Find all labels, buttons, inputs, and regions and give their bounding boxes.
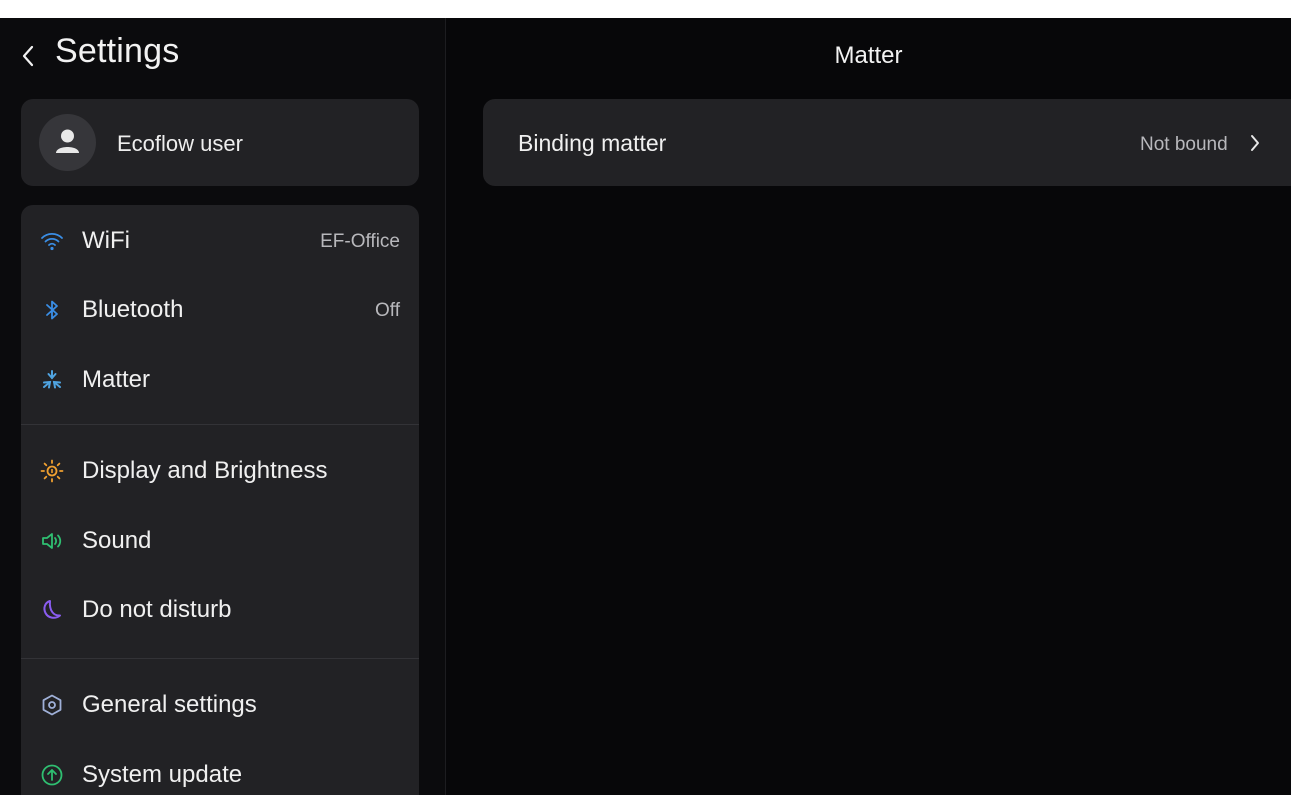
matter-icon xyxy=(40,368,64,392)
user-name: Ecoflow user xyxy=(117,131,243,156)
gear-hex-icon xyxy=(40,693,64,717)
settings-menu: WiFi EF-Office Bluetooth Off Matter Disp… xyxy=(21,205,419,795)
chevron-left-icon xyxy=(22,45,34,67)
sidebar-item-general[interactable]: General settings xyxy=(21,675,419,735)
sidebar-item-label: Bluetooth xyxy=(82,296,184,323)
sun-icon xyxy=(40,459,64,483)
sidebar-item-label: Sound xyxy=(82,527,152,554)
binding-matter-label: Binding matter xyxy=(518,130,667,156)
sidebar-item-label: WiFi xyxy=(82,227,130,254)
moon-icon xyxy=(40,598,64,622)
binding-matter-row[interactable]: Binding matter Not bound xyxy=(483,99,1291,186)
bluetooth-status-value: Off xyxy=(375,300,400,321)
sidebar-item-label: Display and Brightness xyxy=(82,457,328,484)
sidebar-item-wifi[interactable]: WiFi EF-Office xyxy=(21,211,419,271)
sidebar-item-update[interactable]: System update xyxy=(21,745,419,795)
bluetooth-icon xyxy=(40,298,64,322)
settings-screen: Settings Ecoflow user WiFi EF-Office Blu… xyxy=(0,18,1291,795)
settings-sidebar: Settings Ecoflow user WiFi EF-Office Blu… xyxy=(0,18,446,795)
menu-divider xyxy=(21,424,419,425)
chevron-right-icon xyxy=(1249,133,1261,158)
sidebar-item-label: System update xyxy=(82,761,243,788)
sidebar-item-label: Do not disturb xyxy=(82,596,232,623)
sidebar-item-sound[interactable]: Sound xyxy=(21,511,419,571)
wifi-network-value: EF-Office xyxy=(320,231,400,252)
sidebar-item-label: Matter xyxy=(82,366,151,393)
user-avatar-icon xyxy=(56,129,79,153)
update-arrow-icon xyxy=(40,763,64,787)
sidebar-item-label: General settings xyxy=(82,691,257,718)
sidebar-item-bluetooth[interactable]: Bluetooth Off xyxy=(21,280,419,340)
menu-divider xyxy=(21,658,419,659)
wifi-icon xyxy=(40,229,64,253)
speaker-icon xyxy=(40,529,64,553)
sidebar-item-display[interactable]: Display and Brightness xyxy=(21,441,419,501)
sidebar-item-dnd[interactable]: Do not disturb xyxy=(21,580,419,640)
page-title: Settings xyxy=(55,32,180,70)
user-card[interactable]: Ecoflow user xyxy=(21,99,419,186)
binding-status-text: Not bound xyxy=(1140,134,1228,155)
sidebar-item-matter[interactable]: Matter xyxy=(21,350,419,410)
avatar xyxy=(39,114,96,171)
back-button[interactable] xyxy=(20,36,36,76)
detail-title: Matter xyxy=(834,42,903,69)
